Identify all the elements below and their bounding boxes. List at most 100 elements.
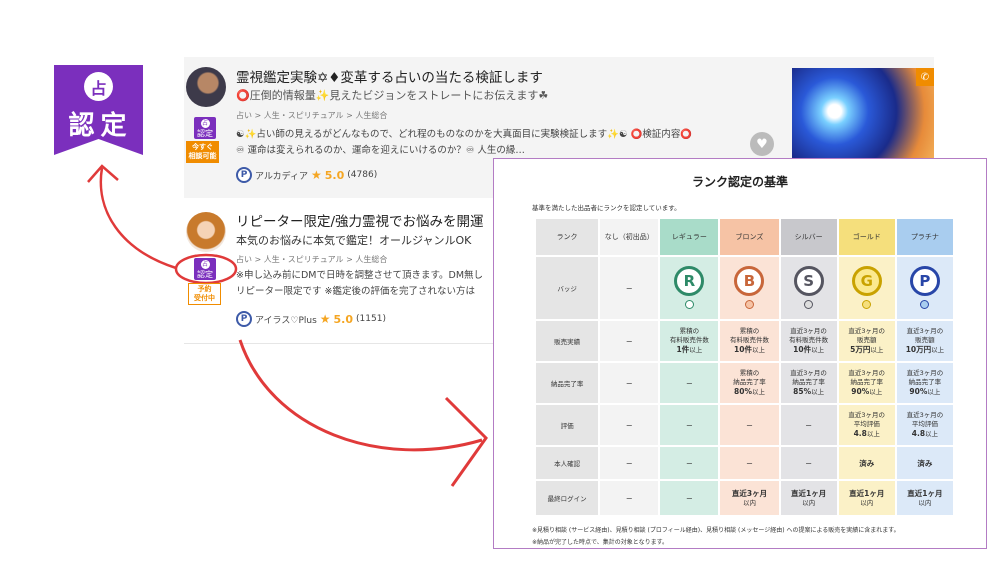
panel-title: ランク認定の基準	[691, 175, 788, 189]
row-label: 納品完了率	[536, 363, 599, 403]
highlight-ellipse	[174, 253, 238, 285]
table-cell: ー	[600, 257, 659, 319]
table-cell: 直近3ヶ月 以内	[720, 481, 779, 515]
table-cell: 直近1ヶ月 以内	[780, 481, 837, 515]
panel-note: 基準を満たした出品者にランクを認定しています。	[532, 204, 681, 212]
status-badge: 今すぐ 相談可能	[186, 141, 219, 163]
table-cell: ー	[660, 363, 719, 403]
platinum-rank-badge-icon: P	[907, 266, 943, 310]
header-platinum: プラチナ	[896, 219, 953, 255]
regular-rank-badge-icon: R	[671, 266, 707, 310]
seller-name[interactable]: アルカディア	[255, 169, 308, 182]
rating-score: 5.0	[324, 168, 345, 182]
listing-description: ※申し込み前にDMで日時を調整させて頂きます。DM無し リピーター限定です ※鑑…	[236, 270, 484, 297]
listing-title[interactable]: 霊視鑑定実験✡♦変革する占いの当たる検証します	[236, 66, 543, 86]
table-cell: 直近1ヶ月 以内	[838, 481, 895, 515]
avatar[interactable]	[186, 212, 226, 252]
table-row: 本人確認 ー ー ー ー 済み 済み	[536, 447, 953, 479]
table-cell: ー	[720, 405, 779, 445]
row-label: 販売実績	[536, 321, 599, 361]
table-cell: 済み	[896, 447, 953, 479]
listing-title[interactable]: リピーター限定/強力霊視でお悩みを開運	[236, 210, 484, 230]
seller-name[interactable]: アイラス♡Plus	[255, 313, 317, 326]
arrowhead-right	[444, 396, 488, 487]
footnote: ※納品が完了した時点で、集計の対象となります。	[532, 539, 669, 546]
category-breadcrumb[interactable]: 占い > 人生・スピリチュアル > 人生総合	[236, 110, 387, 121]
certification-badge-large: 占 認定	[54, 65, 143, 155]
table-cell: ー	[600, 321, 659, 361]
table-cell: ー	[600, 447, 659, 479]
rank-criteria-table: ランク なし（初出品） レギュラー ブロンズ シルバー ゴールド プラチナ バッ…	[534, 217, 955, 517]
table-cell: 累積の 納品完了率 80%以上	[720, 363, 779, 403]
listing-subtitle: ⭕圧倒的情報量✨見えたビジョンをストレートにお伝えます☘	[236, 89, 549, 102]
fortune-emblem-icon: 占	[84, 72, 113, 101]
table-cell: 直近3ヶ月の 販売額 10万円以上	[896, 321, 953, 361]
review-count: (1151)	[356, 314, 386, 324]
seller-info[interactable]: P アイラス♡Plus ★ 5.0 (1151)	[236, 311, 386, 327]
table-cell: ー	[660, 481, 719, 515]
table-cell: ー	[600, 405, 659, 445]
table-cell: 直近3ヶ月の 有料販売件数 10件以上	[780, 321, 837, 361]
row-label: バッジ	[536, 257, 599, 319]
table-cell: 済み	[838, 447, 895, 479]
platinum-rank-icon: P	[236, 311, 252, 327]
table-row: 最終ログイン ー ー 直近3ヶ月 以内 直近1ヶ月 以内 直近1ヶ月 以内 直近1ヶ月…	[536, 481, 953, 515]
arrow-to-table	[238, 339, 483, 452]
row-label: 本人確認	[536, 447, 599, 479]
footnote: ※見積り相談 (サービス経由)、見積り相談 (プロフィール経由)、見積り相談 (…	[532, 527, 900, 534]
table-cell: ー	[780, 405, 837, 445]
table-cell: ー	[660, 405, 719, 445]
header-bronze: ブロンズ	[720, 219, 779, 255]
rating-score: 5.0	[333, 312, 354, 326]
table-cell: G	[838, 257, 895, 319]
header-none: なし（初出品）	[600, 219, 659, 255]
arrow-to-badge	[99, 167, 177, 270]
table-cell: ー	[720, 447, 779, 479]
certified-badge-icon: 占認定	[194, 117, 216, 139]
listing-description: ☯✨占い師の見えるがどんなもので、どれ程のものなのかを大真面目に実験検証します✨…	[236, 129, 693, 156]
table-row: バッジ ー R B S G P	[536, 257, 953, 319]
table-row: 販売実績 ー 累積の 有料販売件数 1件以上 累積の 有料販売件数 10件以上 直近3ヶ…	[536, 321, 953, 361]
header-gold: ゴールド	[838, 219, 895, 255]
bronze-rank-badge-icon: B	[731, 266, 767, 310]
table-cell: P	[896, 257, 953, 319]
table-cell: 直近3ヶ月の 平均評価 4.8以上	[896, 405, 953, 445]
table-cell: ー	[600, 481, 659, 515]
header-rank: ランク	[536, 219, 599, 255]
table-row: 評価 ー ー ー ー 直近3ヶ月の 平均評価 4.8以上 直近3ヶ月の 平均評価 4.8…	[536, 405, 953, 445]
table-cell: 直近1ヶ月 以内	[896, 481, 953, 515]
silver-rank-badge-icon: S	[791, 266, 827, 310]
listing-thumbnail[interactable]: ✆	[792, 68, 934, 164]
row-label: 評価	[536, 405, 599, 445]
phone-icon: ✆	[916, 68, 934, 86]
listing-subtitle: 本気のお悩みに本気で鑑定！オールジャンルOK	[236, 234, 472, 247]
row-label: 最終ログイン	[536, 481, 599, 515]
star-icon: ★	[311, 168, 322, 182]
table-cell: 直近3ヶ月の 納品完了率 90%以上	[896, 363, 953, 403]
table-cell: R	[660, 257, 719, 319]
platinum-rank-icon: P	[236, 167, 252, 183]
favorite-heart-icon[interactable]: ♥	[750, 132, 774, 156]
table-cell: ー	[780, 447, 837, 479]
table-cell: S	[780, 257, 837, 319]
gold-rank-badge-icon: G	[849, 266, 885, 310]
table-cell: 直近3ヶ月の 販売額 5万円以上	[838, 321, 895, 361]
table-cell: ー	[600, 363, 659, 403]
header-regular: レギュラー	[660, 219, 719, 255]
status-badge: 予約 受付中	[188, 283, 221, 305]
avatar[interactable]	[186, 67, 226, 107]
table-cell: 累積の 有料販売件数 1件以上	[660, 321, 719, 361]
rank-criteria-panel: ランク認定の基準 基準を満たした出品者にランクを認定しています。 ランク なし（…	[493, 158, 987, 549]
table-header-row: ランク なし（初出品） レギュラー ブロンズ シルバー ゴールド プラチナ	[536, 219, 953, 255]
table-cell: ー	[660, 447, 719, 479]
table-cell: 直近3ヶ月の 納品完了率 90%以上	[838, 363, 895, 403]
seller-info[interactable]: P アルカディア ★ 5.0 (4786)	[236, 167, 377, 183]
table-cell: 直近3ヶ月の 平均評価 4.8以上	[838, 405, 895, 445]
arrowhead-up	[87, 164, 119, 183]
table-row: 納品完了率 ー ー 累積の 納品完了率 80%以上 直近3ヶ月の 納品完了率 85%以上…	[536, 363, 953, 403]
table-cell: B	[720, 257, 779, 319]
review-count: (4786)	[347, 170, 378, 180]
star-icon: ★	[319, 312, 331, 326]
category-breadcrumb[interactable]: 占い > 人生・スピリチュアル > 人生総合	[236, 254, 387, 265]
badge-label: 認定	[68, 111, 133, 141]
